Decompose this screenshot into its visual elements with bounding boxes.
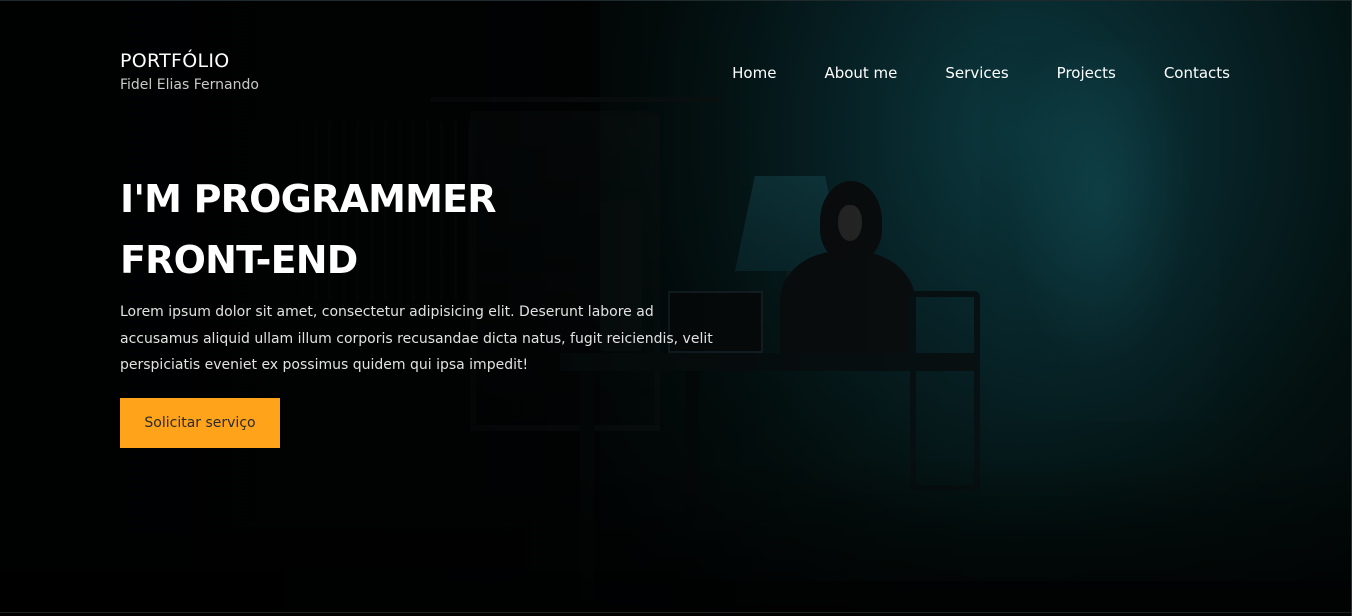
request-service-button[interactable]: Solicitar serviço (120, 398, 280, 448)
hero-section: PORTFÓLIO Fidel Elias Fernando Home Abou… (0, 0, 1352, 616)
nav-item-home[interactable]: Home (732, 63, 776, 83)
nav-item-about-me[interactable]: About me (824, 63, 897, 83)
hero-description: Lorem ipsum dolor sit amet, consectetur … (120, 304, 713, 373)
headline-line-2: FRONT-END (120, 238, 358, 282)
nav-item-projects[interactable]: Projects (1057, 63, 1116, 83)
brand-logo[interactable]: PORTFÓLIO Fidel Elias Fernando (120, 50, 259, 94)
nav-item-services[interactable]: Services (945, 63, 1008, 83)
nav-item-contacts[interactable]: Contacts (1164, 63, 1230, 83)
hero-headline: I'M PROGRAMMER FRONT-END (120, 169, 580, 291)
section-divider (0, 612, 1351, 613)
brand-title: PORTFÓLIO (120, 50, 230, 72)
brand-subtitle: Fidel Elias Fernando (120, 77, 259, 93)
bottom-shade (0, 456, 1351, 616)
headline-line-1: I'M PROGRAMMER (120, 177, 497, 221)
main-nav: Home About me Services Projects Contacts (732, 63, 1230, 83)
